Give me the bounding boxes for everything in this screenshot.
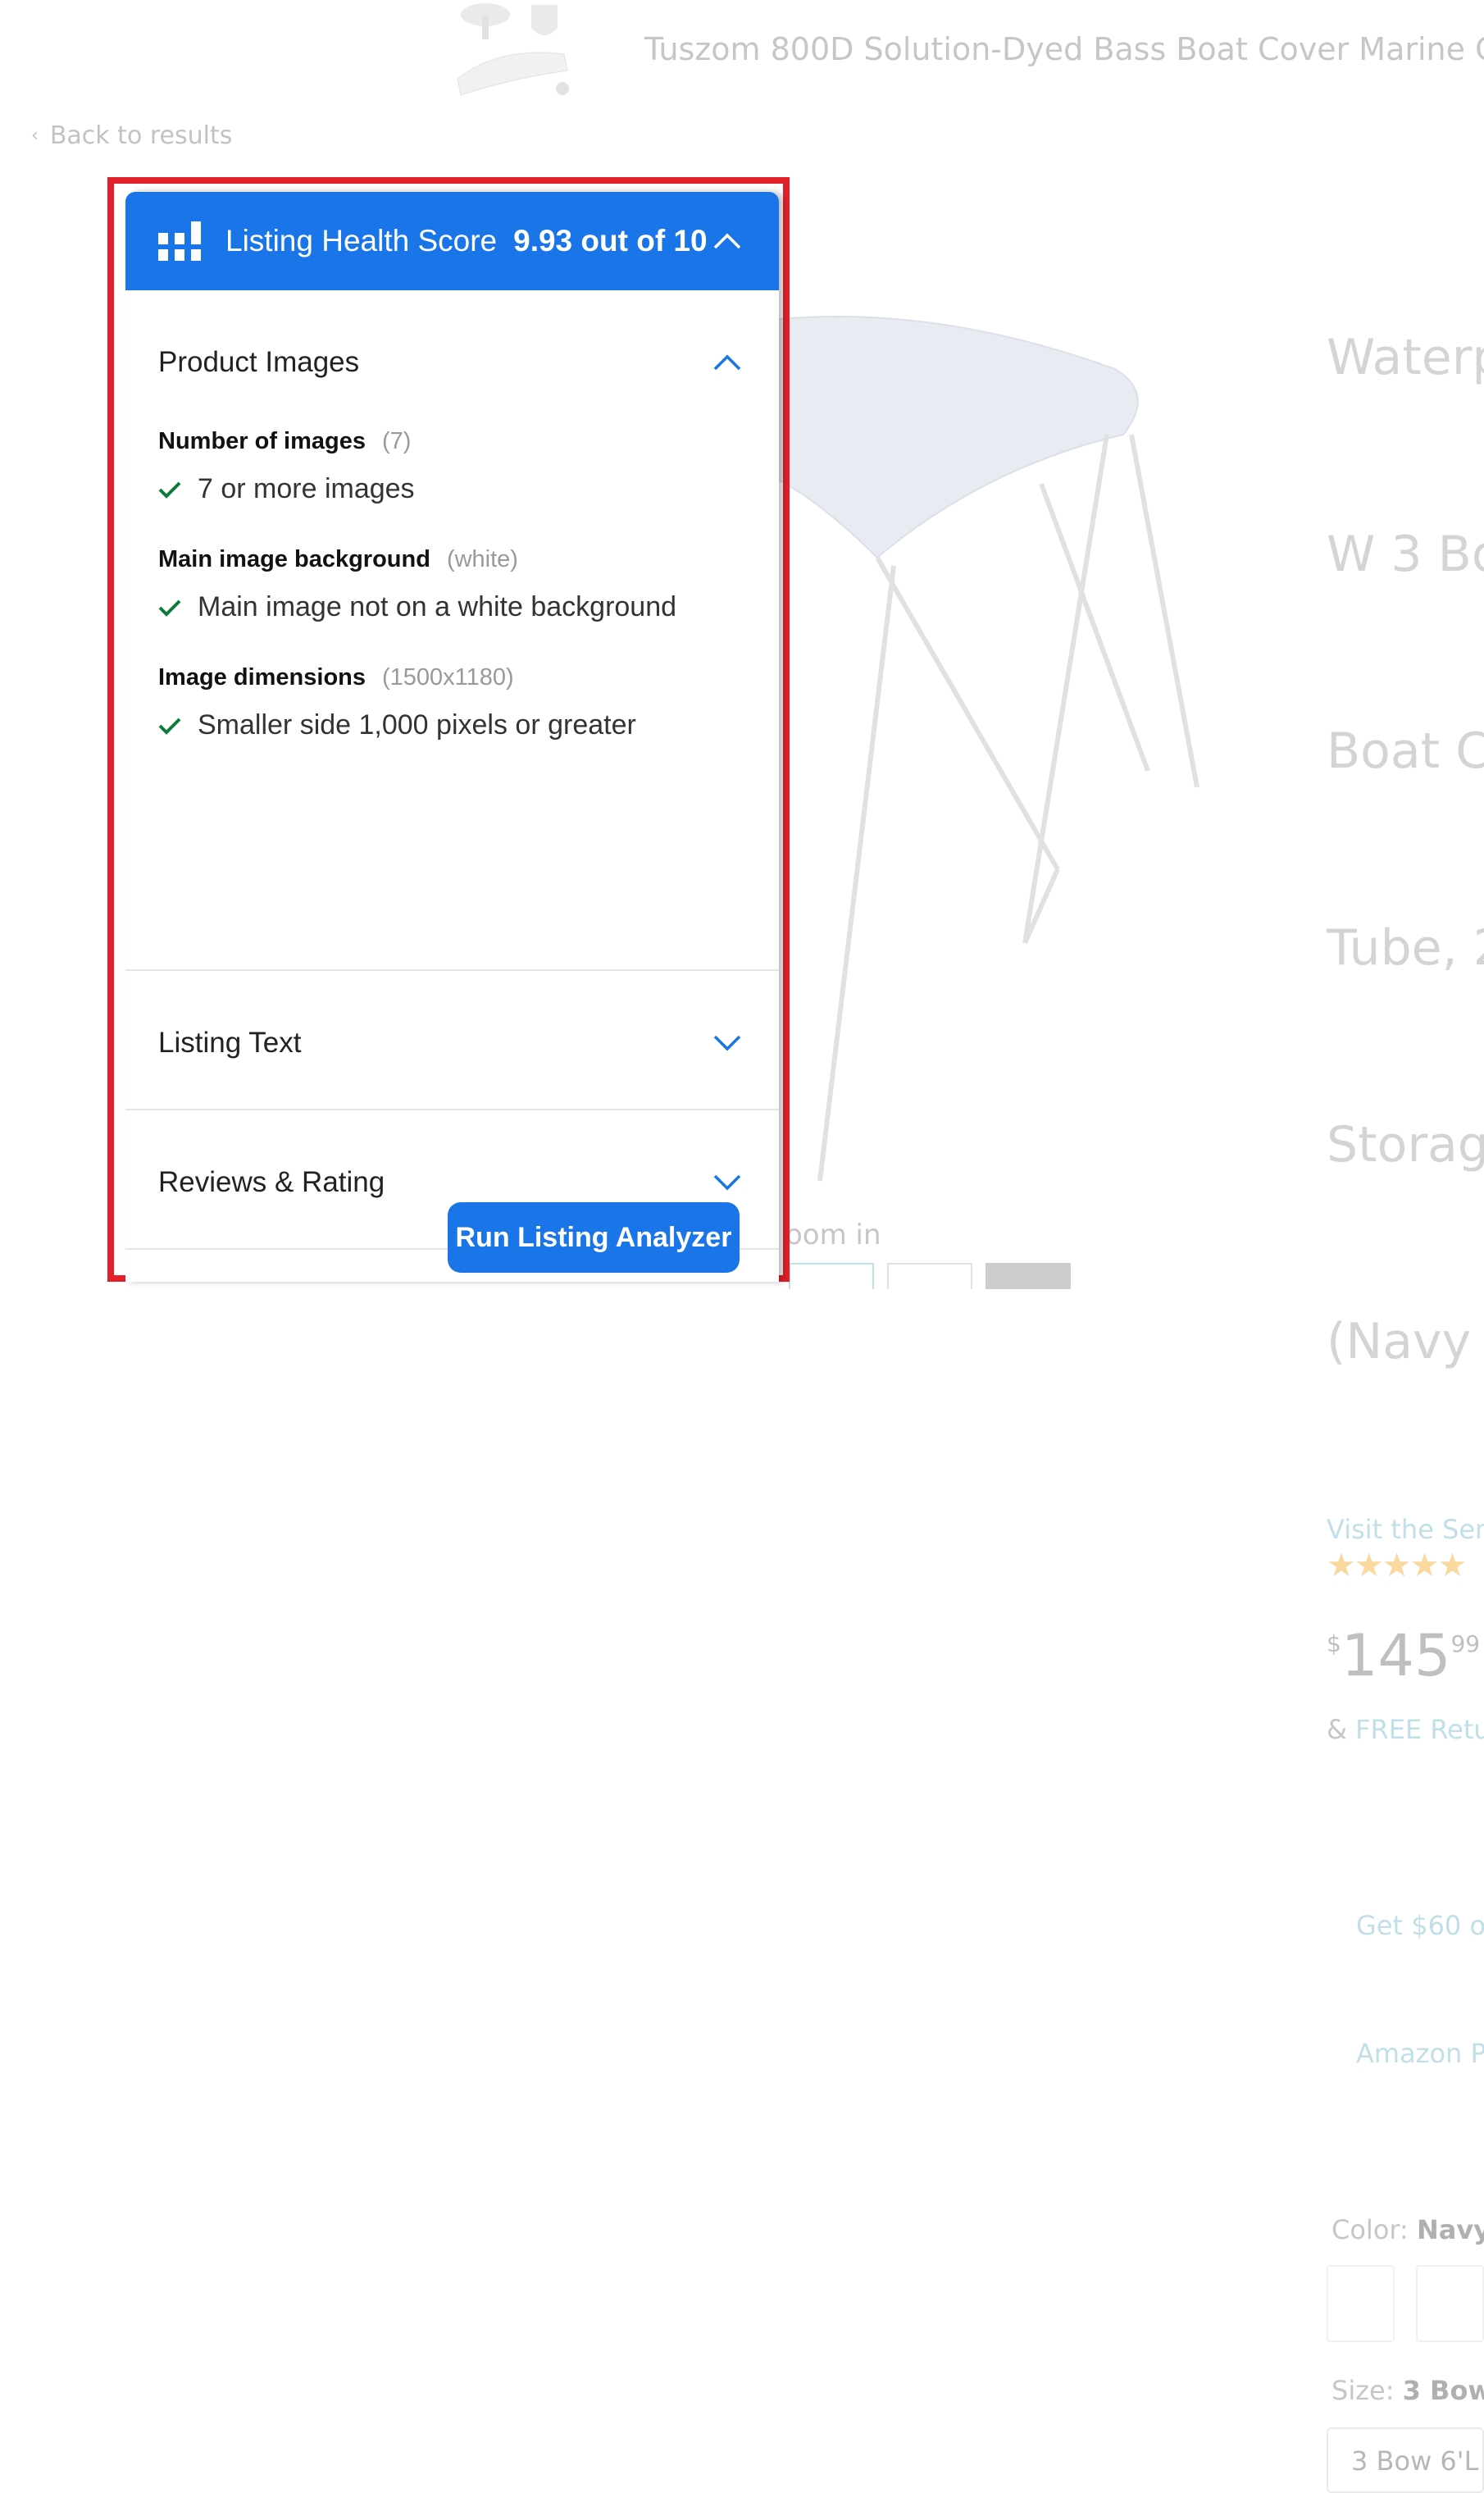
product-thumbnail-top[interactable]	[449, 0, 580, 102]
reviews-rating-header[interactable]: Reviews & Rating	[125, 1166, 779, 1199]
check-icon	[158, 481, 181, 499]
title-line: Waterp	[1327, 329, 1484, 386]
color-swatches	[1327, 2265, 1484, 2342]
chevron-down-icon[interactable]	[713, 1035, 741, 1051]
free-returns-amp: &	[1327, 1714, 1347, 1745]
check-label: Image dimensions	[158, 664, 366, 690]
image-thumbnails	[789, 1263, 1071, 1289]
zoom-hint: oom in	[785, 1219, 881, 1251]
title-line: (Navy E	[1327, 1313, 1472, 1370]
price: $14599	[1327, 1622, 1484, 1689]
listing-text-header[interactable]: Listing Text	[125, 1027, 779, 1060]
check-result: 7 or more images	[198, 473, 415, 504]
check-value: (7)	[382, 428, 412, 454]
image-thumbnail[interactable]	[887, 1263, 972, 1289]
price-whole: 145	[1341, 1622, 1451, 1689]
check-label: Main image background	[158, 546, 430, 572]
title-line: Boat Ca	[1327, 722, 1484, 780]
check-main-image-background: Main image background (white) Main image …	[125, 546, 779, 623]
visit-store-link[interactable]: Visit the Ser	[1327, 1514, 1484, 1545]
chevron-left-icon: ‹	[31, 125, 39, 146]
listing-health-score: 9.93 out of 10	[513, 224, 708, 258]
check-icon	[158, 599, 181, 617]
size-value: 3 Bow	[1402, 2375, 1484, 2406]
price-fraction: 99	[1450, 1630, 1481, 1657]
section-title: Product Images	[158, 346, 360, 378]
image-thumbnail[interactable]	[986, 1263, 1071, 1289]
size-option[interactable]: 3 Bow 6'L	[1327, 2427, 1484, 2493]
prime-promo-link[interactable]: Get $60 of Amazon Pr	[1327, 1819, 1484, 2160]
free-returns-text: FREE Retu	[1355, 1714, 1484, 1745]
check-result: Smaller side 1,000 pixels or greater	[198, 709, 636, 741]
product-title-breadcrumb[interactable]: Tuszom 800D Solution-Dyed Bass Boat Cove…	[644, 31, 1484, 67]
chevron-up-icon[interactable]	[713, 233, 741, 249]
panel-header[interactable]: Listing Health Score 9.93 out of 10	[125, 192, 779, 290]
promo-line: Get $60 of	[1356, 1910, 1484, 1941]
size-selector-label: Size: 3 Bow	[1327, 2375, 1484, 2406]
listing-health-title: Listing Health Score	[225, 224, 498, 258]
listing-health-panel: Listing Health Score 9.93 out of 10 Prod…	[125, 192, 779, 1282]
check-icon	[158, 718, 181, 735]
check-value: (1500x1180)	[382, 664, 514, 690]
title-line: Storage	[1327, 1116, 1484, 1174]
check-image-dimensions: Image dimensions (1500x1180) Smaller side…	[125, 664, 779, 741]
size-label: Size:	[1332, 2375, 1395, 2406]
back-to-results-link[interactable]: ‹ Back to results	[31, 121, 232, 150]
listing-text-section: Listing Text	[125, 971, 779, 1110]
chevron-up-icon[interactable]	[713, 354, 741, 371]
product-images-header[interactable]: Product Images	[125, 346, 779, 379]
title-line: W 3 Bo	[1327, 526, 1484, 583]
main-product-image[interactable]	[771, 312, 1279, 1189]
section-title: Listing Text	[158, 1027, 302, 1059]
check-value: (white)	[446, 546, 518, 572]
product-details-column: Waterp W 3 Bo Boat Ca Tube, 2 Storage (N…	[1327, 194, 1484, 2493]
color-swatch[interactable]	[1327, 2265, 1395, 2342]
color-swatch[interactable]	[1416, 2265, 1484, 2342]
section-title: Reviews & Rating	[158, 1166, 385, 1198]
title-line: Tube, 2	[1327, 919, 1484, 977]
image-thumbnail[interactable]	[789, 1263, 874, 1289]
check-result: Main image not on a white background	[198, 591, 677, 622]
color-value: Navy	[1416, 2214, 1484, 2245]
product-title: Waterp W 3 Bo Boat Ca Tube, 2 Storage (N…	[1327, 194, 1484, 1506]
check-number-of-images: Number of images (7) 7 or more images	[125, 428, 779, 505]
color-label: Color:	[1332, 2214, 1409, 2245]
run-listing-analyzer-button[interactable]: Run Listing Analyzer	[448, 1202, 740, 1273]
check-label: Number of images	[158, 428, 366, 454]
color-selector-label: Color: Navy	[1327, 2214, 1484, 2245]
bar-chart-icon	[158, 221, 201, 261]
product-images-section: Product Images Number of images (7) 7 or …	[125, 290, 779, 971]
price-symbol: $	[1327, 1630, 1341, 1657]
promo-line: Amazon Pr	[1356, 2038, 1484, 2069]
back-to-results-label: Back to results	[49, 121, 233, 150]
chevron-down-icon[interactable]	[713, 1174, 741, 1191]
free-returns-link[interactable]: & FREE Retu	[1327, 1714, 1484, 1745]
star-rating[interactable]: ★★★★★	[1327, 1547, 1484, 1584]
